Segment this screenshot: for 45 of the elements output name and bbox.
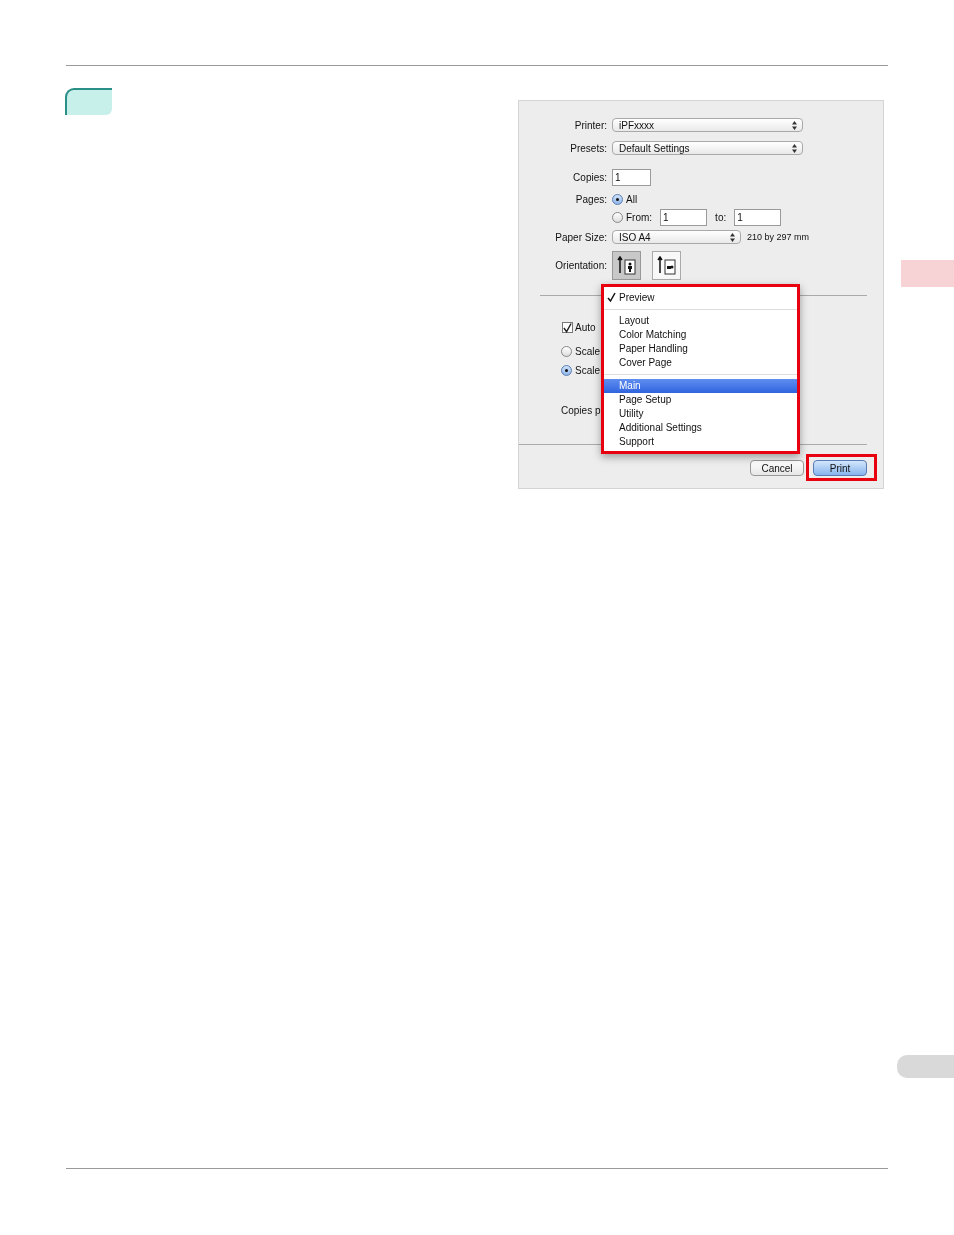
radio-label: All	[626, 194, 638, 205]
portrait-orientation-icon	[616, 255, 637, 276]
menu-item[interactable]: Support	[604, 435, 797, 449]
menu-item[interactable]: Additional Settings	[604, 421, 797, 435]
checkbox-label: Auto	[575, 322, 596, 333]
radio-label: Scale	[575, 365, 600, 376]
checkmark-icon	[607, 291, 616, 303]
popup-menu[interactable]: Default Settings	[612, 141, 803, 155]
radio-button[interactable]	[612, 212, 623, 223]
radio-button[interactable]	[561, 346, 572, 357]
cancel-button[interactable]: Cancel	[750, 460, 804, 476]
popup-menu[interactable]: ISO A4	[612, 230, 741, 244]
copies-field[interactable]: 1	[612, 169, 651, 186]
updown-arrows-icon	[792, 143, 797, 153]
radio-label: Scale	[575, 346, 600, 357]
menu-item[interactable]: Utility	[604, 407, 797, 421]
menu-item[interactable]: Preview	[604, 291, 797, 305]
paper-dimensions: 210 by 297 mm	[747, 232, 810, 242]
menu-item[interactable]: Layout	[604, 314, 797, 328]
orientation-button[interactable]	[652, 251, 681, 280]
to-field[interactable]: 1	[734, 209, 782, 226]
field-label: Presets:	[569, 142, 607, 154]
menu-item[interactable]: Cover Page	[604, 356, 797, 370]
print-button[interactable]: Print	[813, 460, 867, 476]
radio-button[interactable]	[612, 194, 623, 205]
popup-menu[interactable]: iPFxxxx	[612, 118, 803, 132]
orientation-button[interactable]	[612, 251, 641, 280]
checkbox[interactable]	[562, 322, 573, 333]
field-label: Printer:	[573, 119, 607, 131]
radio-button[interactable]	[561, 365, 572, 376]
field-label: to:	[715, 212, 727, 223]
field-label: Orientation:	[554, 260, 607, 271]
field-label: Copies p	[561, 405, 601, 416]
from-field[interactable]: 1	[660, 209, 708, 226]
landscape-orientation-icon	[656, 255, 677, 276]
menu-item[interactable]: Main	[604, 379, 797, 393]
updown-arrows-icon	[730, 232, 735, 242]
radio-label: From:	[626, 212, 653, 223]
menu-item[interactable]: Page Setup	[604, 393, 797, 407]
updown-arrows-icon	[792, 120, 797, 130]
field-label: Copies:	[572, 172, 607, 183]
menu-item[interactable]: Color Matching	[604, 328, 797, 342]
field-label: Pages:	[574, 194, 607, 205]
menu-item[interactable]: Paper Handling	[604, 342, 797, 356]
field-label: Paper Size:	[554, 231, 607, 243]
